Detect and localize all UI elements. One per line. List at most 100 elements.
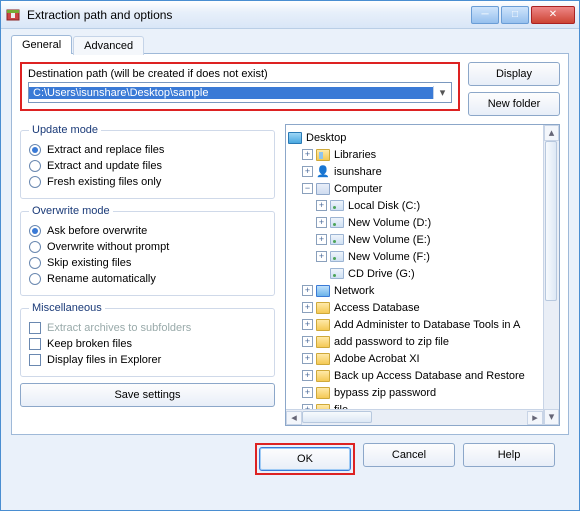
drive-icon [330,234,344,245]
option-extract-subfolders: Extract archives to subfolders [29,320,266,336]
radio-icon [29,257,41,269]
path-dropdown-icon[interactable]: ▾ [433,86,451,99]
expand-icon[interactable]: + [316,234,327,245]
drive-icon [330,200,344,211]
scroll-thumb[interactable] [302,411,372,423]
expand-icon[interactable]: + [302,319,313,330]
tab-advanced[interactable]: Advanced [73,36,144,55]
maximize-button[interactable]: □ [501,6,529,24]
scroll-left-icon[interactable]: ◂ [286,411,302,425]
folder-icon [316,387,330,399]
desktop-icon [288,132,302,144]
cancel-button[interactable]: Cancel [363,443,455,467]
ok-button[interactable]: OK [259,447,351,471]
tree-node-folder[interactable]: +bypass zip password [288,384,557,401]
cd-drive-icon [330,268,344,279]
tree-node-folder[interactable]: +Access Database [288,299,557,316]
scroll-down-icon[interactable]: ▾ [544,409,559,425]
tree-node-drive-c[interactable]: +Local Disk (C:) [288,197,557,214]
tree-node-desktop[interactable]: Desktop [288,129,557,146]
option-rename-auto[interactable]: Rename automatically [29,271,266,287]
tree-node-folder[interactable]: +Adobe Acrobat XI [288,350,557,367]
folder-tree[interactable]: Desktop +Libraries +👤isunshare −Computer… [285,124,560,426]
window-title: Extraction path and options [27,8,469,22]
option-keep-broken[interactable]: Keep broken files [29,336,266,352]
computer-icon [316,183,330,195]
destination-path-input[interactable]: C:\Users\isunshare\Desktop\sample ▾ [28,82,452,103]
option-skip-existing[interactable]: Skip existing files [29,255,266,271]
vertical-scrollbar[interactable]: ▴▾ [543,125,559,425]
folder-icon [316,302,330,314]
option-extract-update[interactable]: Extract and update files [29,158,266,174]
expand-icon[interactable]: + [302,370,313,381]
option-display-explorer[interactable]: Display files in Explorer [29,352,266,368]
tree-node-drive-e[interactable]: +New Volume (E:) [288,231,557,248]
tree-node-computer[interactable]: −Computer [288,180,557,197]
help-button[interactable]: Help [463,443,555,467]
expand-icon[interactable]: + [316,200,327,211]
horizontal-scrollbar[interactable]: ◂▸ [286,409,543,425]
expand-icon[interactable]: + [316,251,327,262]
destination-path-group: Destination path (will be created if doe… [20,62,460,111]
expand-icon[interactable]: + [302,353,313,364]
ok-highlight: OK [255,443,355,475]
expand-icon[interactable]: + [302,387,313,398]
expand-icon[interactable]: + [302,302,313,313]
dialog-footer: OK Cancel Help [11,435,569,475]
expand-icon[interactable]: + [316,217,327,228]
tree-node-drive-d[interactable]: +New Volume (D:) [288,214,557,231]
misc-legend: Miscellaneous [29,302,105,314]
display-button[interactable]: Display [468,62,560,86]
collapse-icon[interactable]: − [302,183,313,194]
option-overwrite-noprompt[interactable]: Overwrite without prompt [29,239,266,255]
folder-icon [316,319,330,331]
destination-path-value[interactable]: C:\Users\isunshare\Desktop\sample [29,87,433,99]
tree-node-folder[interactable]: +Back up Access Database and Restore [288,367,557,384]
tree-node-drive-f[interactable]: +New Volume (F:) [288,248,557,265]
expand-icon[interactable]: + [302,285,313,296]
user-icon: 👤 [316,166,330,178]
checkbox-icon [29,354,41,366]
tree-node-folder[interactable]: +Add Administer to Database Tools in A [288,316,557,333]
libraries-icon [316,149,330,161]
folder-icon [316,336,330,348]
radio-icon [29,176,41,188]
tree-node-user[interactable]: +👤isunshare [288,163,557,180]
radio-icon [29,225,41,237]
tree-node-folder[interactable]: +add password to zip file [288,333,557,350]
minimize-button[interactable]: ─ [471,6,499,24]
radio-icon [29,160,41,172]
network-icon [316,285,330,297]
tab-general[interactable]: General [11,35,72,54]
close-button[interactable]: ✕ [531,6,575,24]
option-fresh-only[interactable]: Fresh existing files only [29,174,266,190]
expand-icon[interactable]: + [302,336,313,347]
folder-icon [316,370,330,382]
radio-icon [29,273,41,285]
save-settings-button[interactable]: Save settings [20,383,275,407]
update-mode-group: Update mode Extract and replace files Ex… [20,124,275,199]
tree-node-libraries[interactable]: +Libraries [288,146,557,163]
expand-icon[interactable]: + [302,149,313,160]
folder-icon [316,353,330,365]
tab-strip: General Advanced [11,35,569,54]
option-ask-before[interactable]: Ask before overwrite [29,223,266,239]
scroll-thumb[interactable] [545,141,557,301]
scroll-up-icon[interactable]: ▴ [544,125,559,141]
scroll-right-icon[interactable]: ▸ [527,411,543,425]
app-icon [5,7,21,23]
checkbox-icon [29,338,41,350]
new-folder-button[interactable]: New folder [468,92,560,116]
radio-icon [29,241,41,253]
option-extract-replace[interactable]: Extract and replace files [29,142,266,158]
overwrite-mode-group: Overwrite mode Ask before overwrite Over… [20,205,275,296]
tree-node-network[interactable]: +Network [288,282,557,299]
radio-icon [29,144,41,156]
misc-group: Miscellaneous Extract archives to subfol… [20,302,275,377]
tree-node-drive-g[interactable]: CD Drive (G:) [288,265,557,282]
overwrite-mode-legend: Overwrite mode [29,205,113,217]
tab-panel: Destination path (will be created if doe… [11,53,569,435]
destination-path-label: Destination path (will be created if doe… [28,68,452,80]
titlebar[interactable]: Extraction path and options ─ □ ✕ [1,1,579,29]
expand-icon[interactable]: + [302,166,313,177]
